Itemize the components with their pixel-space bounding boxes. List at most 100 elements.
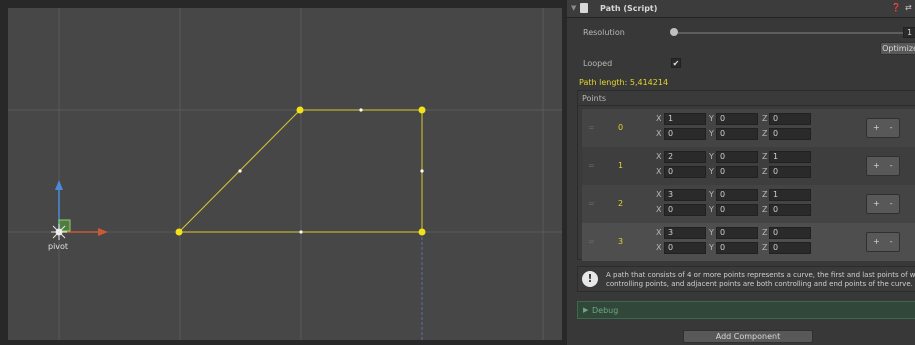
- point-2-x2-field[interactable]: 0: [664, 204, 706, 216]
- resolution-slider-track[interactable]: [675, 32, 903, 34]
- point-2-y2-field[interactable]: 0: [716, 204, 758, 216]
- axis-label: X: [656, 129, 662, 138]
- plus-icon: +: [873, 123, 880, 132]
- point-2-z2-field[interactable]: 0: [769, 204, 811, 216]
- point-2-z1-field[interactable]: 1: [769, 189, 811, 201]
- point-2-x1-field[interactable]: 3: [664, 189, 706, 201]
- path-point-1[interactable]: [296, 106, 304, 114]
- script-icon: [580, 3, 588, 13]
- axis-label: X: [656, 190, 662, 199]
- axis-label: Y: [709, 243, 714, 252]
- axis-label: Y: [709, 114, 714, 123]
- path-midpoint[interactable]: [299, 230, 303, 234]
- point-3-z1-field[interactable]: 0: [769, 227, 811, 239]
- component-title: Path (Script): [600, 4, 658, 13]
- point-0-z2-field[interactable]: 0: [769, 128, 811, 140]
- plus-icon: +: [873, 237, 880, 246]
- debug-foldout[interactable]: ▶ Debug: [577, 301, 915, 319]
- minus-icon[interactable]: -: [890, 237, 893, 246]
- axis-label: Y: [709, 228, 714, 237]
- gizmo-y-arrow[interactable]: [55, 180, 63, 190]
- point-3-y1-field[interactable]: 0: [716, 227, 758, 239]
- plus-icon: +: [873, 199, 880, 208]
- axis-label: X: [656, 152, 662, 161]
- point-3-x2-field[interactable]: 0: [664, 242, 706, 254]
- axis-label: Z: [762, 205, 768, 214]
- looped-checkbox[interactable]: ✔: [671, 58, 681, 68]
- add-point-button[interactable]: + -: [866, 194, 900, 214]
- gizmo-x-arrow[interactable]: [98, 228, 108, 236]
- path-point-0[interactable]: [175, 228, 183, 236]
- add-point-button[interactable]: + -: [866, 118, 900, 138]
- drag-handle-icon[interactable]: =: [588, 237, 595, 246]
- optimize-button[interactable]: Optimize: [880, 42, 915, 55]
- point-0-x1-field[interactable]: 1: [664, 113, 706, 125]
- add-point-button[interactable]: + -: [866, 232, 900, 252]
- point-3-x1-field[interactable]: 3: [664, 227, 706, 239]
- axis-label: Z: [762, 114, 768, 123]
- point-1-x1-field[interactable]: 2: [664, 151, 706, 163]
- axis-label: X: [656, 205, 662, 214]
- path-midpoint[interactable]: [238, 169, 242, 173]
- point-0-x2-field[interactable]: 0: [664, 128, 706, 140]
- point-row-3[interactable]: = 3 X 3 Y 0 Z 0 X 0 Y 0 Z 0 + -: [582, 223, 915, 261]
- component-header[interactable]: ▼ Path (Script) ❓ ⇄: [567, 0, 915, 18]
- point-0-y2-field[interactable]: 0: [716, 128, 758, 140]
- point-row-1[interactable]: = 1 X 2 Y 0 Z 1 X 0 Y 0 Z 0 + -: [582, 147, 915, 185]
- path-point-2[interactable]: [418, 106, 426, 114]
- foldout-arrow-icon[interactable]: ▶: [583, 306, 588, 314]
- point-index: 3: [618, 237, 624, 246]
- add-point-button[interactable]: + -: [866, 156, 900, 176]
- foldout-arrow-icon[interactable]: ▼: [571, 4, 576, 12]
- scene-canvas[interactable]: [8, 8, 562, 340]
- axis-label: Z: [762, 243, 768, 252]
- drag-handle-icon[interactable]: =: [588, 123, 595, 132]
- resolution-field[interactable]: 1: [903, 27, 915, 38]
- scene-view[interactable]: pivot: [0, 0, 567, 345]
- point-1-y1-field[interactable]: 0: [716, 151, 758, 163]
- axis-label: Z: [762, 228, 768, 237]
- settings-icon[interactable]: ⇄: [905, 3, 912, 12]
- point-index: 1: [618, 161, 624, 170]
- help-icon[interactable]: ❓: [891, 3, 901, 12]
- axis-label: X: [656, 114, 662, 123]
- path-point-3[interactable]: [418, 228, 426, 236]
- point-1-x2-field[interactable]: 0: [664, 166, 706, 178]
- scene-grid: [8, 8, 562, 340]
- point-0-y1-field[interactable]: 0: [716, 113, 758, 125]
- point-0-z1-field[interactable]: 0: [769, 113, 811, 125]
- point-3-y2-field[interactable]: 0: [716, 242, 758, 254]
- pivot-label: pivot: [48, 242, 69, 251]
- axis-label: Z: [762, 152, 768, 161]
- point-1-z2-field[interactable]: 0: [769, 166, 811, 178]
- point-3-z2-field[interactable]: 0: [769, 242, 811, 254]
- debug-label: Debug: [592, 306, 619, 315]
- axis-label: Z: [762, 167, 768, 176]
- axis-label: X: [656, 228, 662, 237]
- add-component-button[interactable]: Add Component: [683, 330, 813, 343]
- point-row-2[interactable]: = 2 X 3 Y 0 Z 1 X 0 Y 0 Z 0 + -: [582, 185, 915, 223]
- minus-icon[interactable]: -: [890, 123, 893, 132]
- point-row-0[interactable]: = 0 X 1 Y 0 Z 0 X 0 Y 0 Z 0 + -: [582, 109, 915, 147]
- point-index: 2: [618, 199, 624, 208]
- drag-handle-icon[interactable]: =: [588, 161, 595, 170]
- minus-icon[interactable]: -: [890, 199, 893, 208]
- scene-viewport[interactable]: [8, 8, 562, 340]
- minus-icon[interactable]: -: [890, 161, 893, 170]
- help-text-line: controlling points, and adjacent points …: [606, 280, 913, 288]
- path-midpoint[interactable]: [420, 169, 424, 173]
- point-1-y2-field[interactable]: 0: [716, 166, 758, 178]
- divider: [578, 105, 915, 106]
- axis-label: Y: [709, 129, 714, 138]
- axis-label: X: [656, 243, 662, 252]
- points-list: Points = 0 X 1 Y 0 Z 0 X 0 Y 0 Z 0 + - = 1 X 2 Y 0 Z 1 X 0 Y 0 Z 0 + - =…: [577, 90, 915, 261]
- resolution-slider-handle[interactable]: [670, 28, 678, 36]
- path-midpoint[interactable]: [359, 108, 363, 112]
- drag-handle-icon[interactable]: =: [588, 199, 595, 208]
- points-title: Points: [582, 94, 607, 103]
- axis-label: X: [656, 167, 662, 176]
- resolution-label: Resolution: [583, 28, 625, 37]
- point-1-z1-field[interactable]: 1: [769, 151, 811, 163]
- path-length-text: Path length: 5,414214: [579, 78, 669, 87]
- point-2-y1-field[interactable]: 0: [716, 189, 758, 201]
